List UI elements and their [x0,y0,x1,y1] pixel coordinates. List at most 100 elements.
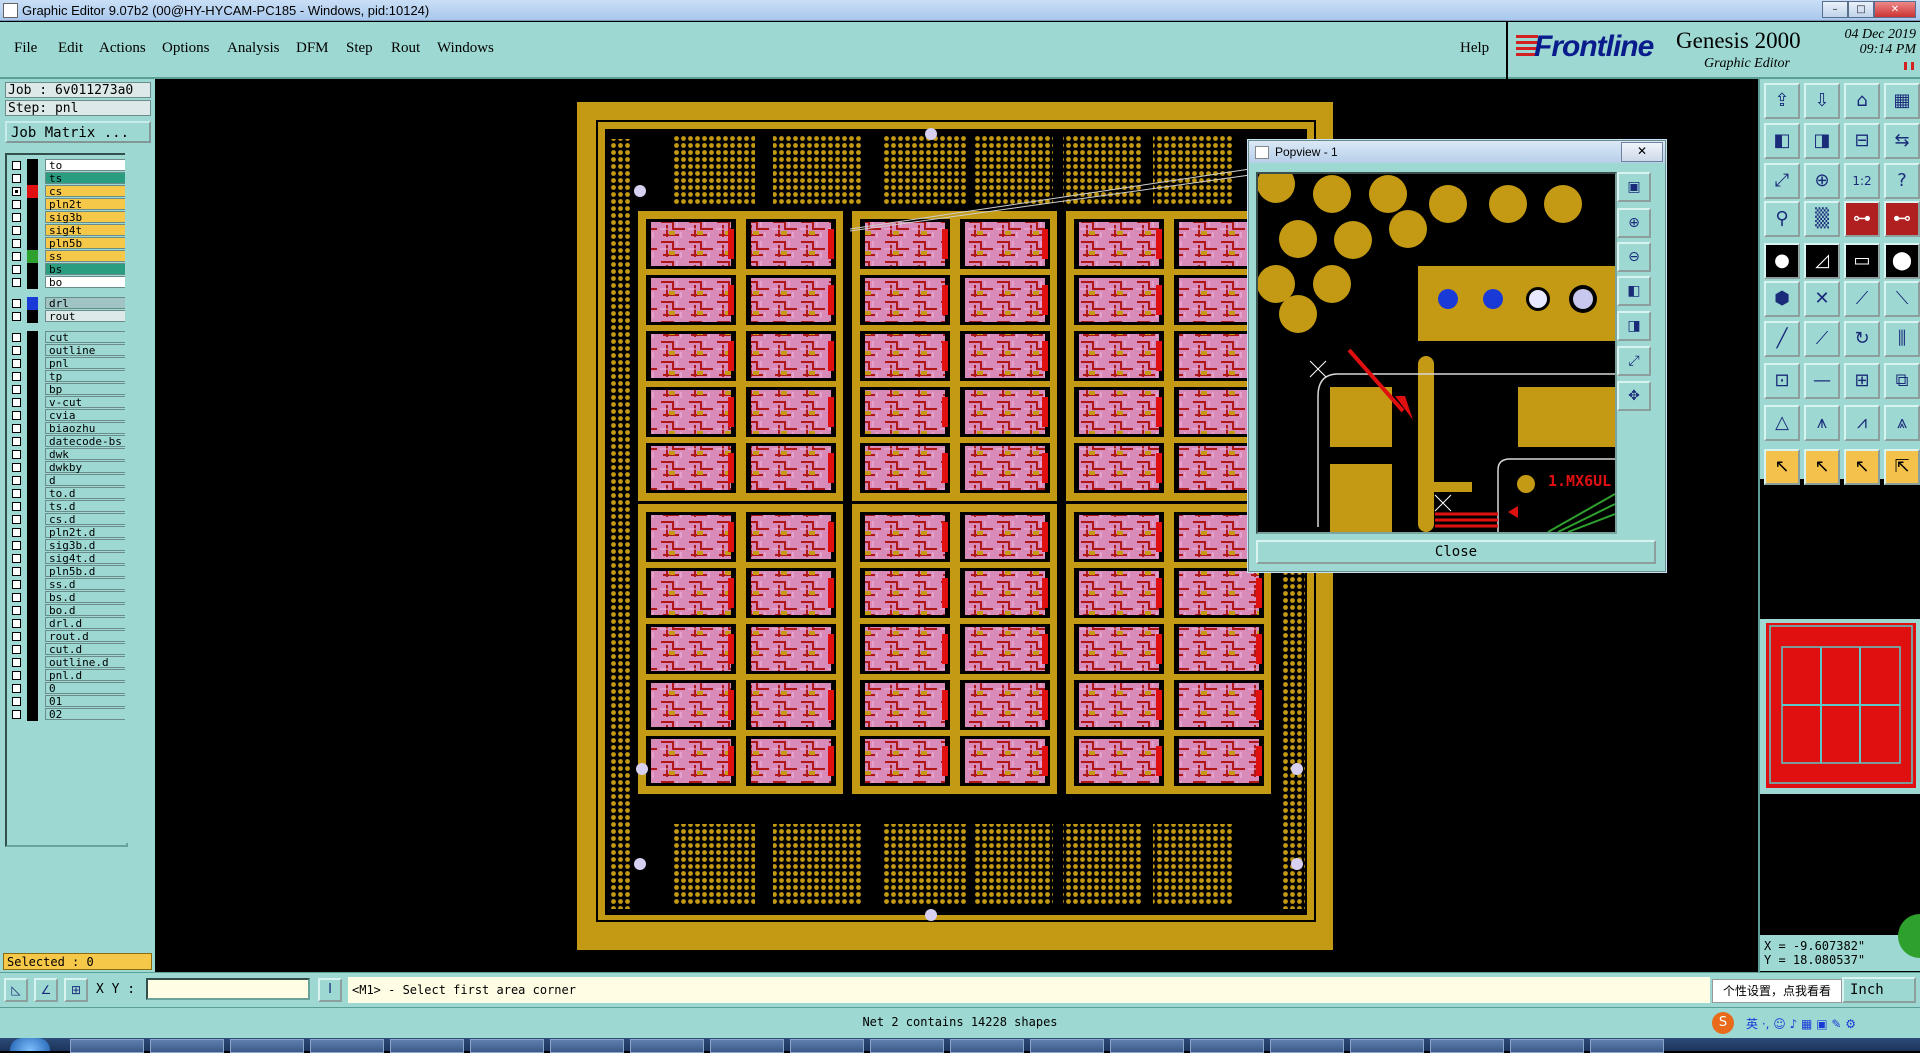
layer-checkbox[interactable] [12,684,21,693]
layer-name[interactable]: ss.d [45,578,130,591]
layer-checkbox[interactable] [12,437,21,446]
layer-color-swatch[interactable] [27,630,38,643]
layer-name[interactable]: biaozhu [45,422,130,435]
menu-file[interactable]: File [14,40,37,57]
layer-row[interactable]: 0 [9,682,130,695]
layer-color-swatch[interactable] [27,487,38,500]
tool-circle-icon[interactable]: ⬤ [1884,243,1920,279]
tool-help-icon[interactable]: ? [1884,163,1920,199]
layer-row[interactable]: rout [9,310,130,323]
tool-connect-icon[interactable]: ⬢ [1764,281,1800,317]
layer-name[interactable]: ts [45,172,130,185]
layer-name[interactable]: sig3b [45,211,130,224]
layer-color-swatch[interactable] [27,435,38,448]
layer-color-swatch[interactable] [27,409,38,422]
tool-open-icon[interactable]: ⇪ [1764,83,1800,119]
layer-row[interactable]: datecode-bs [9,435,130,448]
layer-row[interactable]: ss.d [9,578,130,591]
layer-name[interactable]: rout [45,310,130,323]
layer-list[interactable]: to ts cs pln2t sig3b sig4t pln5b ss bs bo drl rout c… [5,153,130,847]
layer-row[interactable]: 02 [9,708,130,721]
layer-name[interactable]: pln2t [45,198,130,211]
tool-select-icon[interactable]: ↖ [1764,449,1800,485]
layer-color-swatch[interactable] [27,297,38,310]
layer-row[interactable]: ts.d [9,500,130,513]
tool-zoom-icon[interactable]: ⊕ [1804,163,1840,199]
layer-checkbox[interactable] [12,187,21,196]
layer-checkbox[interactable] [12,278,21,287]
layer-color-swatch[interactable] [27,396,38,409]
layer-name[interactable]: cs.d [45,513,130,526]
tool-layout-icon[interactable]: ▦ [1884,83,1920,119]
layer-name[interactable]: bs [45,263,130,276]
ime-logo-icon[interactable]: S [1712,1012,1734,1034]
tool-move-pad-icon[interactable]: ⊡ [1764,363,1800,399]
layer-color-swatch[interactable] [27,172,38,185]
layer-checkbox[interactable] [12,385,21,394]
layer-row[interactable]: to.d [9,487,130,500]
layer-color-swatch[interactable] [27,656,38,669]
layer-color-swatch[interactable] [27,383,38,396]
layer-row[interactable]: pln2t [9,198,130,211]
layer-color-swatch[interactable] [27,617,38,630]
layer-row[interactable]: pln2t.d [9,526,130,539]
popview-zoom-home-icon[interactable]: ▣ [1617,172,1651,202]
layer-row[interactable]: outline [9,344,130,357]
layer-checkbox[interactable] [12,593,21,602]
layer-checkbox[interactable] [12,528,21,537]
layer-name[interactable]: to.d [45,487,130,500]
layer-color-swatch[interactable] [27,344,38,357]
layer-name[interactable]: rout.d [45,630,130,643]
layer-row[interactable]: sig4t.d [9,552,130,565]
layer-checkbox[interactable] [12,411,21,420]
menu-actions[interactable]: Actions [99,40,146,57]
layer-checkbox[interactable] [12,161,21,170]
tool-select3-icon[interactable]: ↖ [1844,449,1880,485]
layer-checkbox[interactable] [12,312,21,321]
layer-color-swatch[interactable] [27,159,38,172]
layer-color-swatch[interactable] [27,331,38,344]
layer-name[interactable]: outline [45,344,130,357]
layer-name[interactable]: 01 [45,695,130,708]
layer-row[interactable]: pnl.d [9,669,130,682]
tool-ruler-icon[interactable]: ▭ [1844,243,1880,279]
minimize-button[interactable]: – [1822,1,1848,18]
menu-help[interactable]: Help [1460,40,1489,57]
layer-checkbox[interactable] [12,541,21,550]
layer-row[interactable]: dwkby [9,461,130,474]
menu-analysis[interactable]: Analysis [227,40,280,57]
maximize-button[interactable]: □ [1848,1,1874,18]
popview-pan-left-icon[interactable]: ◧ [1617,276,1651,306]
layer-checkbox[interactable] [12,502,21,511]
tool-arc-icon[interactable]: ↻ [1844,321,1880,357]
layer-checkbox[interactable] [12,619,21,628]
layer-name[interactable]: bo [45,276,130,289]
menu-options[interactable]: Options [162,40,210,57]
layer-checkbox[interactable] [12,226,21,235]
layer-name[interactable]: dwkby [45,461,130,474]
layer-checkbox[interactable] [12,489,21,498]
tool-tri2-icon[interactable]: ⩚ [1804,405,1840,441]
menu-dfm[interactable]: DFM [296,40,329,57]
grid-mode-icon[interactable]: ⊞ [64,978,88,1002]
tool-fanout-icon[interactable]: ⫼ [1884,321,1920,357]
tool-dash-icon[interactable]: — [1804,363,1840,399]
layer-checkbox[interactable] [12,463,21,472]
layer-color-swatch[interactable] [27,357,38,370]
popview-zoom-out-icon[interactable]: ⊖ [1617,242,1651,272]
tool-line2-icon[interactable]: ⟋ [1804,321,1840,357]
popview-close-x-button[interactable]: ✕ [1621,142,1663,162]
close-window-button[interactable]: ✕ [1874,1,1916,18]
layer-color-swatch[interactable] [27,539,38,552]
xy-input[interactable] [146,978,310,1000]
layer-row[interactable]: cvia [9,409,130,422]
layer-color-swatch[interactable] [27,224,38,237]
layer-checkbox[interactable] [12,239,21,248]
layer-name[interactable]: dwk [45,448,130,461]
layer-row[interactable]: rout.d [9,630,130,643]
snap-mode-icon[interactable]: ◺ [4,978,28,1002]
layer-name[interactable]: ts.d [45,500,130,513]
layer-name[interactable]: pnl.d [45,669,130,682]
layer-row[interactable]: ss [9,250,130,263]
tool-select2-icon[interactable]: ↖ [1804,449,1840,485]
